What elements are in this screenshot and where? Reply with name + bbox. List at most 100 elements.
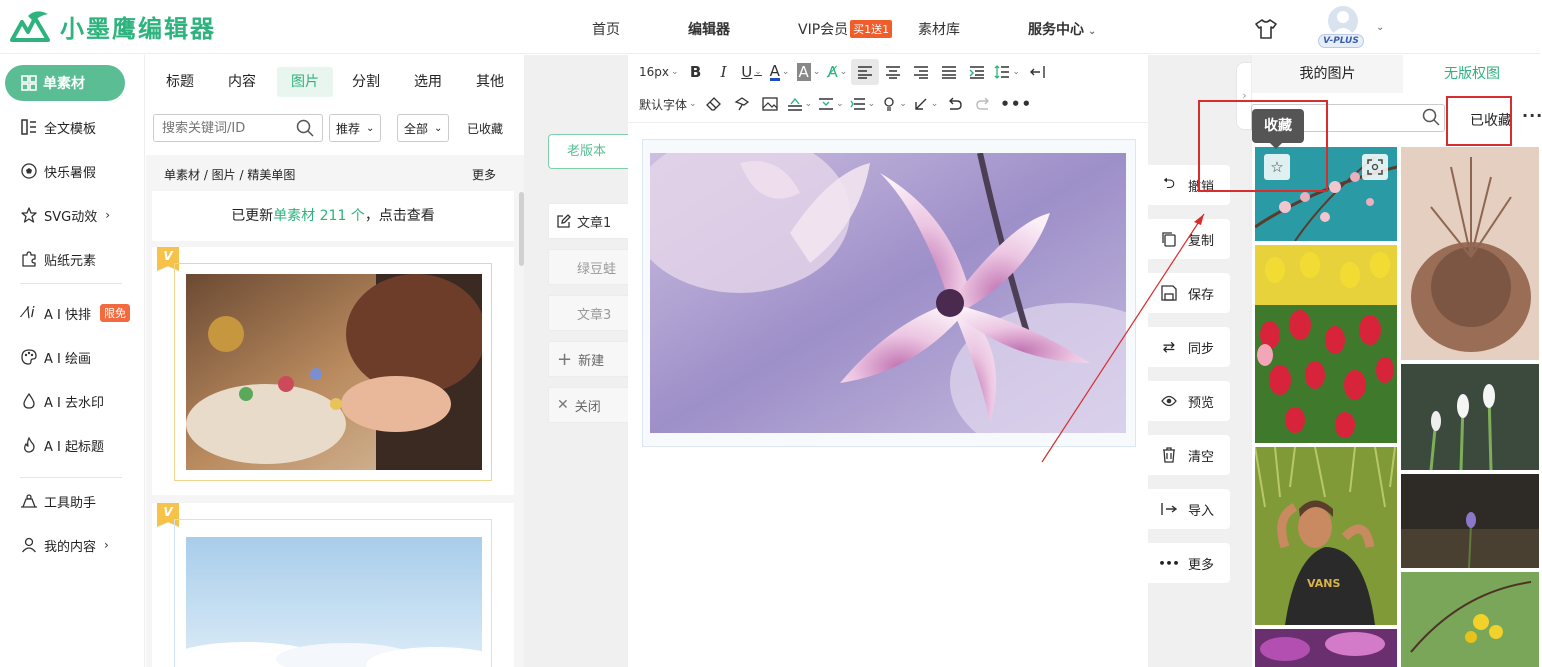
thumbnail-tulips[interactable]	[1255, 245, 1397, 443]
sidebar-item-templates[interactable]: 全文模板	[20, 115, 96, 139]
thumbnail-snowdrops[interactable]	[1401, 364, 1539, 470]
material-card[interactable]: V	[152, 503, 514, 667]
arrow-icon[interactable]: ⌄	[910, 91, 942, 117]
article-tab-2[interactable]: 绿豆蛙	[548, 249, 628, 285]
material-card[interactable]: V	[152, 247, 514, 495]
more-label: 更多	[1188, 557, 1215, 573]
search-icon[interactable]	[296, 119, 314, 137]
tab-title[interactable]: 标题	[152, 67, 208, 97]
indent-button[interactable]	[963, 59, 991, 85]
sidebar-item-ai-layout[interactable]: ⁄\i A I 快排 限免	[20, 301, 130, 325]
image-icon[interactable]	[756, 91, 784, 117]
article-tab-1[interactable]: 文章1	[548, 203, 628, 239]
sidebar-item-summer[interactable]: 快乐暑假	[20, 159, 96, 183]
article-tab-label: 绿豆蛙	[577, 261, 617, 277]
more-icon[interactable]: •••	[997, 91, 1035, 117]
bold-button[interactable]: B	[682, 59, 710, 85]
new-article-button[interactable]: + 新建	[548, 341, 628, 377]
tab-images[interactable]: 图片	[277, 67, 333, 97]
sidebar-item-svg[interactable]: SVG动效 ›	[20, 203, 110, 227]
font-color-button[interactable]: A ⌄	[766, 59, 794, 85]
article-tab-3[interactable]: 文章3	[548, 295, 628, 331]
puzzle-icon	[20, 250, 38, 268]
filter-dropdown[interactable]: 全部 ⌄	[397, 114, 450, 142]
tab-select[interactable]: 选用	[400, 67, 456, 97]
nav-library[interactable]: 素材库	[918, 19, 960, 39]
nav-home[interactable]: 首页	[592, 19, 620, 39]
letter-spacing-button[interactable]: ⌄	[784, 91, 816, 117]
fullscreen-icon[interactable]	[1362, 154, 1388, 180]
nav-editor[interactable]: 编辑器	[688, 19, 730, 39]
more-button[interactable]: ••• 更多	[1148, 543, 1230, 583]
sidebar-item-single-material[interactable]: 单素材	[5, 65, 125, 101]
sidebar-item-stickers[interactable]: 贴纸元素	[20, 247, 96, 271]
thumbnail-crocus[interactable]	[1401, 474, 1539, 568]
sidebar-item-label: A I 去水印	[44, 395, 104, 411]
update-notice[interactable]: 已更新单素材 211 个，点击查看	[152, 191, 514, 241]
font-size-select[interactable]: 16px ⌄	[636, 59, 682, 85]
chevron-down-icon: ⌄	[930, 99, 939, 109]
annotation-box-star	[1198, 100, 1328, 192]
thumbnail-purple-flowers[interactable]	[1255, 629, 1397, 667]
sidebar-item-label: 全文模板	[44, 121, 97, 137]
filter-value: 全部	[404, 121, 429, 136]
chevron-down-icon: ⌄	[867, 99, 876, 109]
chevron-down-icon[interactable]: ⌄	[1376, 22, 1384, 33]
close-article-button[interactable]: ✕ 关闭	[548, 387, 628, 423]
material-header: 标题 内容 图片 分割 选用 其他 推荐 ⌄ 全部 ⌄ 已收藏	[146, 55, 524, 155]
more-link[interactable]: 更多	[472, 166, 496, 183]
tab-my-images[interactable]: 我的图片	[1252, 55, 1403, 93]
article-tab-label: 文章3	[577, 307, 612, 323]
annotation-box-favorites	[1446, 96, 1512, 146]
lightbulb-icon[interactable]: ⌄	[878, 91, 910, 117]
tab-divider[interactable]: 分割	[338, 67, 394, 97]
redo-icon[interactable]	[969, 91, 997, 117]
text-effect-button[interactable]: A̸ ⌄	[823, 59, 851, 85]
star-icon	[20, 206, 38, 224]
favorites-link[interactable]: 已收藏	[467, 120, 503, 137]
close-article-label: 关闭	[574, 399, 601, 415]
sidebar-item-ai-drawing[interactable]: A I 绘画	[20, 345, 91, 369]
italic-button[interactable]: I	[710, 59, 738, 85]
tshirt-icon[interactable]	[1254, 18, 1278, 40]
sort-dropdown[interactable]: 推荐 ⌄	[329, 114, 382, 142]
undo-icon[interactable]	[941, 91, 969, 117]
line-height-button[interactable]: ⌄	[991, 59, 1023, 85]
import-button[interactable]: 导入	[1148, 489, 1230, 529]
sidebar-item-ai-watermark[interactable]: A I 去水印	[20, 389, 104, 413]
exit-button[interactable]	[1023, 59, 1051, 85]
chevron-down-icon: ⌄	[899, 99, 907, 109]
more-icon[interactable]: ···	[1522, 106, 1542, 125]
chevron-down-icon: ⌄	[836, 99, 844, 109]
tab-content[interactable]: 内容	[214, 67, 270, 97]
align-right-button[interactable]	[907, 59, 935, 85]
align-left-button[interactable]	[851, 59, 880, 85]
thumbnail-man-grass[interactable]: VANS	[1255, 447, 1397, 625]
search-icon[interactable]	[1422, 108, 1440, 126]
justify-button[interactable]	[935, 59, 963, 85]
chevron-down-icon: ⌄	[366, 122, 375, 134]
align-center-button[interactable]	[879, 59, 907, 85]
tab-free-images[interactable]: 无版权图	[1403, 55, 1541, 93]
sidebar-item-label: 贴纸元素	[44, 253, 97, 269]
chevron-down-icon: ⌄	[781, 67, 790, 77]
nav-service[interactable]: 服务中心 ⌄	[1028, 19, 1096, 39]
old-version-button[interactable]: 老版本	[548, 134, 628, 169]
sidebar-item-my-content[interactable]: 我的内容 ›	[20, 533, 109, 557]
font-family-select[interactable]: 默认字体 ⌄	[636, 91, 700, 117]
thumbnail-dry-plant[interactable]	[1401, 147, 1539, 360]
sidebar-item-tools[interactable]: 工具助手	[20, 489, 96, 513]
margin-button[interactable]: ⌄	[847, 91, 879, 117]
nav-vip[interactable]: VIP会员 买1送1	[798, 19, 893, 39]
highlight-color-button[interactable]: A ⌄	[794, 59, 824, 85]
avatar[interactable]: V-PLUS	[1318, 6, 1364, 50]
thumbnail-yellow-flowers[interactable]	[1401, 572, 1539, 667]
underline-button[interactable]: U ⌄	[738, 59, 766, 85]
tab-other[interactable]: 其他	[462, 67, 518, 97]
eraser-icon[interactable]	[700, 91, 728, 117]
logo[interactable]: 小墨鹰编辑器	[8, 8, 216, 44]
format-painter-icon[interactable]	[728, 91, 756, 117]
update-highlight: 单素材 211 个	[273, 208, 365, 224]
paragraph-spacing-button[interactable]: ⌄	[815, 91, 847, 117]
sidebar-item-ai-title[interactable]: A I 起标题	[20, 433, 104, 457]
